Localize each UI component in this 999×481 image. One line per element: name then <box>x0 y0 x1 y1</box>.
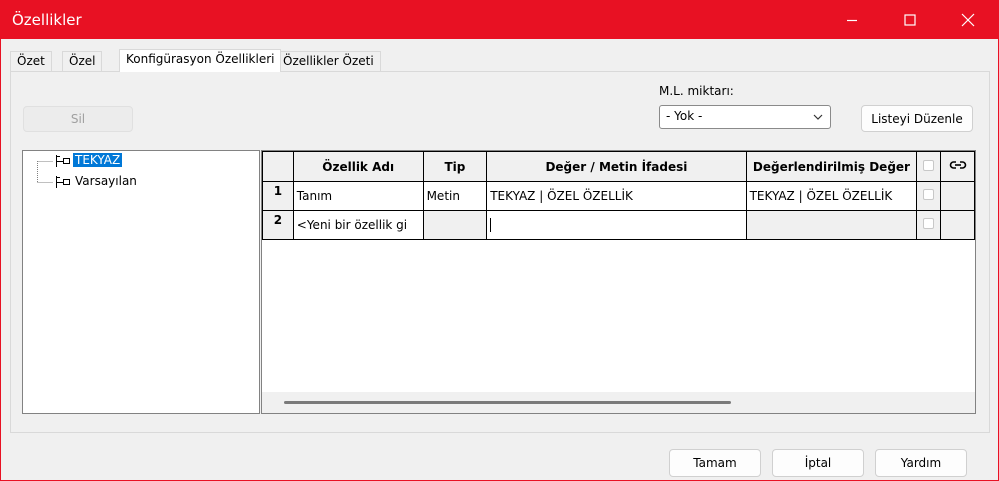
cell-link[interactable] <box>940 181 975 211</box>
properties-table: Özellik Adı Tip Değer / Metin İfadesi De… <box>262 151 975 240</box>
ml-quantity-value: - Yok - <box>666 109 703 123</box>
link-icon <box>949 161 966 169</box>
window-title: Özellikler <box>12 11 82 29</box>
corner-header[interactable] <box>262 151 294 182</box>
configuration-icon <box>56 176 70 188</box>
tree-item-tekyaz[interactable]: TEKYAZ <box>73 153 123 167</box>
configuration-tree: TEKYAZ Varsayılan <box>22 150 260 414</box>
ml-quantity-label: M.L. miktarı: <box>659 84 734 98</box>
delete-button[interactable]: Sil <box>23 106 133 132</box>
tab-properties-summary[interactable]: Özellikler Özeti <box>276 51 381 71</box>
column-header-type[interactable]: Tip <box>422 151 488 182</box>
cell-evaluated-value: TEKYAZ | ÖZEL ÖZELLİK <box>745 181 918 211</box>
properties-dialog: Özellikler Özet Özel Konfigürasyon Özell… <box>0 0 999 481</box>
column-header-evaluated-value[interactable]: Değerlendirilmiş Değer <box>745 151 918 182</box>
edit-list-button[interactable]: Listeyi Düzenle <box>861 105 973 132</box>
cell-value-editing[interactable] <box>486 210 747 240</box>
cancel-button[interactable]: İptal <box>772 449 864 477</box>
header-row: Özellik Adı Tip Değer / Metin İfadesi De… <box>262 151 975 182</box>
column-header-link[interactable] <box>940 151 975 182</box>
cell-evaluated-value <box>745 210 918 240</box>
close-icon <box>961 13 975 27</box>
tab-custom[interactable]: Özel <box>62 51 103 71</box>
horizontal-scrollbar[interactable] <box>262 392 975 413</box>
close-button[interactable] <box>945 1 991 39</box>
column-header-property-name[interactable]: Özellik Adı <box>292 151 424 182</box>
help-button[interactable]: Yardım <box>875 449 967 477</box>
column-header-checkbox[interactable] <box>916 151 942 182</box>
cell-value[interactable]: TEKYAZ | ÖZEL ÖZELLİK <box>486 181 747 211</box>
ml-quantity-select[interactable]: - Yok - <box>659 105 831 129</box>
row-checkbox[interactable] <box>923 189 935 200</box>
cell-type[interactable]: Metin <box>422 181 488 211</box>
header-checkbox[interactable] <box>923 159 935 171</box>
table-row[interactable]: 2 <Yeni bir özellik gi <box>262 210 975 240</box>
tab-configuration-properties[interactable]: Konfigürasyon Özellikleri <box>119 49 282 72</box>
cell-property-name[interactable]: Tanım <box>292 181 424 211</box>
maximize-icon <box>904 14 916 26</box>
tab-summary[interactable]: Özet <box>10 51 52 71</box>
cell-type[interactable] <box>422 210 488 240</box>
cell-property-name[interactable]: <Yeni bir özellik gi <box>292 210 424 240</box>
cell-checkbox[interactable] <box>916 210 942 240</box>
title-bar: Özellikler <box>1 1 998 39</box>
configuration-icon <box>56 155 70 167</box>
minimize-icon <box>847 19 857 22</box>
table-row[interactable]: 1 Tanım Metin TEKYAZ | ÖZEL ÖZELLİK TEKY… <box>262 181 975 211</box>
row-checkbox[interactable] <box>923 218 935 229</box>
column-header-value[interactable]: Değer / Metin İfadesi <box>486 151 747 182</box>
ok-button[interactable]: Tamam <box>669 449 761 477</box>
properties-grid: Özellik Adı Tip Değer / Metin İfadesi De… <box>261 150 976 414</box>
cell-checkbox[interactable] <box>916 181 942 211</box>
minimize-button[interactable] <box>829 1 875 39</box>
cell-link[interactable] <box>940 210 975 240</box>
row-number[interactable]: 2 <box>262 210 294 240</box>
text-caret <box>490 218 492 233</box>
scrollbar-thumb[interactable] <box>284 401 731 404</box>
row-number[interactable]: 1 <box>262 181 294 211</box>
chevron-down-icon <box>813 114 823 120</box>
tree-item-varsayilan[interactable]: Varsayılan <box>73 174 139 188</box>
maximize-button[interactable] <box>887 1 933 39</box>
